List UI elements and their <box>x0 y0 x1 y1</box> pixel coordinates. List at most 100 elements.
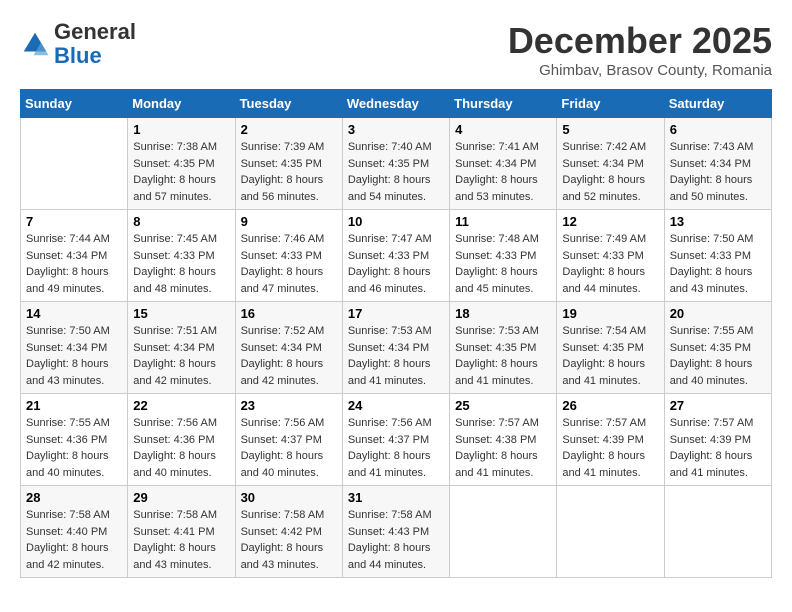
day-number: 22 <box>133 398 229 413</box>
logo-general-text: General <box>54 19 136 44</box>
day-number: 28 <box>26 490 122 505</box>
header-monday: Monday <box>128 90 235 118</box>
day-cell: 1 Sunrise: 7:38 AMSunset: 4:35 PMDayligh… <box>128 118 235 210</box>
day-number: 15 <box>133 306 229 321</box>
day-number: 27 <box>670 398 766 413</box>
day-number: 16 <box>241 306 337 321</box>
day-cell: 22 Sunrise: 7:56 AMSunset: 4:36 PMDaylig… <box>128 394 235 486</box>
week-row-2: 7 Sunrise: 7:44 AMSunset: 4:34 PMDayligh… <box>21 210 772 302</box>
day-cell: 4 Sunrise: 7:41 AMSunset: 4:34 PMDayligh… <box>450 118 557 210</box>
day-number: 5 <box>562 122 658 137</box>
header-tuesday: Tuesday <box>235 90 342 118</box>
day-detail: Sunrise: 7:58 AMSunset: 4:40 PMDaylight:… <box>26 509 110 571</box>
day-number: 20 <box>670 306 766 321</box>
day-cell: 23 Sunrise: 7:56 AMSunset: 4:37 PMDaylig… <box>235 394 342 486</box>
header-saturday: Saturday <box>664 90 771 118</box>
day-detail: Sunrise: 7:53 AMSunset: 4:34 PMDaylight:… <box>348 325 432 387</box>
day-cell: 9 Sunrise: 7:46 AMSunset: 4:33 PMDayligh… <box>235 210 342 302</box>
day-detail: Sunrise: 7:56 AMSunset: 4:37 PMDaylight:… <box>348 417 432 479</box>
month-title: December 2025 <box>508 20 772 62</box>
day-cell: 7 Sunrise: 7:44 AMSunset: 4:34 PMDayligh… <box>21 210 128 302</box>
day-number: 3 <box>348 122 444 137</box>
logo-icon <box>20 29 50 59</box>
day-cell: 27 Sunrise: 7:57 AMSunset: 4:39 PMDaylig… <box>664 394 771 486</box>
day-detail: Sunrise: 7:56 AMSunset: 4:36 PMDaylight:… <box>133 417 217 479</box>
day-number: 10 <box>348 214 444 229</box>
day-detail: Sunrise: 7:47 AMSunset: 4:33 PMDaylight:… <box>348 233 432 295</box>
day-number: 11 <box>455 214 551 229</box>
day-number: 7 <box>26 214 122 229</box>
day-number: 1 <box>133 122 229 137</box>
day-cell: 6 Sunrise: 7:43 AMSunset: 4:34 PMDayligh… <box>664 118 771 210</box>
day-number: 30 <box>241 490 337 505</box>
day-cell: 14 Sunrise: 7:50 AMSunset: 4:34 PMDaylig… <box>21 302 128 394</box>
day-cell: 31 Sunrise: 7:58 AMSunset: 4:43 PMDaylig… <box>342 486 449 578</box>
day-cell: 3 Sunrise: 7:40 AMSunset: 4:35 PMDayligh… <box>342 118 449 210</box>
week-row-5: 28 Sunrise: 7:58 AMSunset: 4:40 PMDaylig… <box>21 486 772 578</box>
page-header: General Blue December 2025 Ghimbav, Bras… <box>20 20 772 79</box>
day-cell: 26 Sunrise: 7:57 AMSunset: 4:39 PMDaylig… <box>557 394 664 486</box>
day-cell: 20 Sunrise: 7:55 AMSunset: 4:35 PMDaylig… <box>664 302 771 394</box>
day-detail: Sunrise: 7:57 AMSunset: 4:38 PMDaylight:… <box>455 417 539 479</box>
day-detail: Sunrise: 7:50 AMSunset: 4:33 PMDaylight:… <box>670 233 754 295</box>
day-detail: Sunrise: 7:45 AMSunset: 4:33 PMDaylight:… <box>133 233 217 295</box>
day-number: 25 <box>455 398 551 413</box>
day-detail: Sunrise: 7:44 AMSunset: 4:34 PMDaylight:… <box>26 233 110 295</box>
day-detail: Sunrise: 7:55 AMSunset: 4:35 PMDaylight:… <box>670 325 754 387</box>
day-detail: Sunrise: 7:54 AMSunset: 4:35 PMDaylight:… <box>562 325 646 387</box>
day-detail: Sunrise: 7:46 AMSunset: 4:33 PMDaylight:… <box>241 233 325 295</box>
day-detail: Sunrise: 7:51 AMSunset: 4:34 PMDaylight:… <box>133 325 217 387</box>
day-number: 12 <box>562 214 658 229</box>
day-detail: Sunrise: 7:49 AMSunset: 4:33 PMDaylight:… <box>562 233 646 295</box>
day-cell: 24 Sunrise: 7:56 AMSunset: 4:37 PMDaylig… <box>342 394 449 486</box>
header-thursday: Thursday <box>450 90 557 118</box>
header-sunday: Sunday <box>21 90 128 118</box>
header-friday: Friday <box>557 90 664 118</box>
header-wednesday: Wednesday <box>342 90 449 118</box>
day-cell <box>450 486 557 578</box>
day-number: 14 <box>26 306 122 321</box>
day-detail: Sunrise: 7:57 AMSunset: 4:39 PMDaylight:… <box>562 417 646 479</box>
week-row-3: 14 Sunrise: 7:50 AMSunset: 4:34 PMDaylig… <box>21 302 772 394</box>
day-number: 19 <box>562 306 658 321</box>
title-block: December 2025 Ghimbav, Brasov County, Ro… <box>508 20 772 79</box>
day-cell: 15 Sunrise: 7:51 AMSunset: 4:34 PMDaylig… <box>128 302 235 394</box>
day-cell: 18 Sunrise: 7:53 AMSunset: 4:35 PMDaylig… <box>450 302 557 394</box>
day-cell: 12 Sunrise: 7:49 AMSunset: 4:33 PMDaylig… <box>557 210 664 302</box>
day-number: 6 <box>670 122 766 137</box>
day-detail: Sunrise: 7:58 AMSunset: 4:41 PMDaylight:… <box>133 509 217 571</box>
day-detail: Sunrise: 7:50 AMSunset: 4:34 PMDaylight:… <box>26 325 110 387</box>
day-number: 4 <box>455 122 551 137</box>
day-cell: 28 Sunrise: 7:58 AMSunset: 4:40 PMDaylig… <box>21 486 128 578</box>
day-cell: 21 Sunrise: 7:55 AMSunset: 4:36 PMDaylig… <box>21 394 128 486</box>
day-number: 8 <box>133 214 229 229</box>
day-cell: 8 Sunrise: 7:45 AMSunset: 4:33 PMDayligh… <box>128 210 235 302</box>
subtitle: Ghimbav, Brasov County, Romania <box>508 62 772 79</box>
day-detail: Sunrise: 7:58 AMSunset: 4:43 PMDaylight:… <box>348 509 432 571</box>
day-cell <box>664 486 771 578</box>
day-cell: 30 Sunrise: 7:58 AMSunset: 4:42 PMDaylig… <box>235 486 342 578</box>
day-cell: 5 Sunrise: 7:42 AMSunset: 4:34 PMDayligh… <box>557 118 664 210</box>
day-detail: Sunrise: 7:42 AMSunset: 4:34 PMDaylight:… <box>562 141 646 203</box>
day-detail: Sunrise: 7:39 AMSunset: 4:35 PMDaylight:… <box>241 141 325 203</box>
day-detail: Sunrise: 7:53 AMSunset: 4:35 PMDaylight:… <box>455 325 539 387</box>
day-detail: Sunrise: 7:58 AMSunset: 4:42 PMDaylight:… <box>241 509 325 571</box>
day-detail: Sunrise: 7:57 AMSunset: 4:39 PMDaylight:… <box>670 417 754 479</box>
day-cell: 2 Sunrise: 7:39 AMSunset: 4:35 PMDayligh… <box>235 118 342 210</box>
calendar-body: 1 Sunrise: 7:38 AMSunset: 4:35 PMDayligh… <box>21 118 772 578</box>
day-detail: Sunrise: 7:41 AMSunset: 4:34 PMDaylight:… <box>455 141 539 203</box>
day-cell: 19 Sunrise: 7:54 AMSunset: 4:35 PMDaylig… <box>557 302 664 394</box>
day-number: 9 <box>241 214 337 229</box>
day-cell: 29 Sunrise: 7:58 AMSunset: 4:41 PMDaylig… <box>128 486 235 578</box>
day-number: 29 <box>133 490 229 505</box>
day-number: 21 <box>26 398 122 413</box>
day-cell <box>557 486 664 578</box>
day-number: 24 <box>348 398 444 413</box>
week-row-4: 21 Sunrise: 7:55 AMSunset: 4:36 PMDaylig… <box>21 394 772 486</box>
logo-blue-text: Blue <box>54 43 102 68</box>
day-cell: 25 Sunrise: 7:57 AMSunset: 4:38 PMDaylig… <box>450 394 557 486</box>
day-detail: Sunrise: 7:52 AMSunset: 4:34 PMDaylight:… <box>241 325 325 387</box>
day-detail: Sunrise: 7:56 AMSunset: 4:37 PMDaylight:… <box>241 417 325 479</box>
day-detail: Sunrise: 7:48 AMSunset: 4:33 PMDaylight:… <box>455 233 539 295</box>
header-row: SundayMondayTuesdayWednesdayThursdayFrid… <box>21 90 772 118</box>
